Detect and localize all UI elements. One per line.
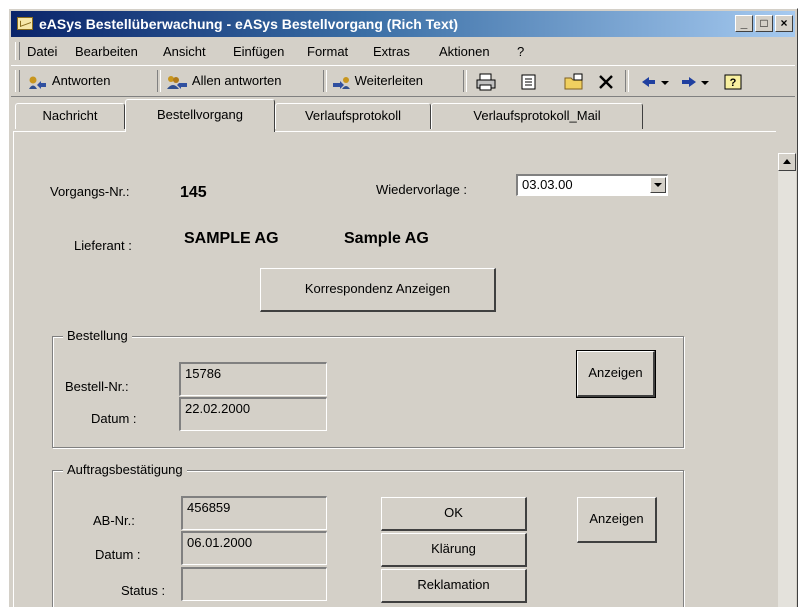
- wiedervorlage-value: 03.03.00: [522, 177, 573, 192]
- help-button[interactable]: ?: [723, 70, 745, 92]
- chevron-down-icon[interactable]: [650, 177, 666, 193]
- menu-help[interactable]: ?: [517, 44, 524, 59]
- reply-all-label: Allen antworten: [191, 73, 282, 88]
- auftragsbestaetigung-group: Auftragsbestätigung AB-Nr.: 456859 Datum…: [52, 462, 684, 607]
- window-title: eASys Bestellüberwachung - eASys Bestell…: [39, 16, 459, 32]
- print-icon: [476, 73, 496, 91]
- toolbar-separator: [463, 70, 467, 92]
- lieferant-value: SAMPLE AG: [184, 230, 279, 247]
- move-to-folder-button[interactable]: [519, 70, 539, 92]
- toolbar-separator: [625, 70, 629, 92]
- ok-button[interactable]: OK: [381, 497, 527, 531]
- bestell-datum-label: Datum :: [91, 411, 137, 426]
- delete-button[interactable]: [597, 70, 615, 92]
- bestell-nr-label: Bestell-Nr.:: [65, 379, 129, 394]
- menu-bar: Datei Bearbeiten Ansicht Einfügen Format…: [11, 39, 795, 63]
- scroll-up-arrow-icon[interactable]: [778, 153, 796, 171]
- toolbar-grip: [15, 70, 20, 92]
- bestellvorgang-panel: Vorgangs-Nr.: 145 Wiedervorlage : 03.03.…: [13, 131, 776, 607]
- delete-icon: [599, 74, 613, 89]
- bestellung-anzeigen-button[interactable]: Anzeigen: [576, 350, 656, 398]
- previous-arrow-icon: [642, 76, 669, 87]
- folder-icon: [564, 73, 583, 90]
- minimize-button[interactable]: _: [735, 15, 753, 32]
- tab-strip: Nachricht Bestellvorgang Verlaufsprotoko…: [11, 99, 795, 132]
- auftrag-anzeigen-button[interactable]: Anzeigen: [577, 497, 657, 543]
- toolbar-separator: [323, 70, 327, 92]
- menu-ansicht[interactable]: Ansicht: [163, 44, 206, 59]
- reply-all-icon: [167, 75, 187, 89]
- reply-button[interactable]: Antworten: [27, 70, 110, 92]
- lieferant-label: Lieferant :: [74, 238, 132, 253]
- address-book-icon: [521, 74, 536, 90]
- menu-extras[interactable]: Extras: [373, 44, 410, 59]
- bestell-datum-field[interactable]: 22.02.2000: [179, 397, 327, 431]
- vorgang-value: 145: [180, 184, 207, 201]
- toolbar-separator: [157, 70, 161, 92]
- reply-label: Antworten: [51, 73, 111, 88]
- menu-bearbeiten[interactable]: Bearbeiten: [75, 44, 138, 59]
- auftrag-title: Auftragsbestätigung: [63, 462, 187, 477]
- svg-text:?: ?: [730, 77, 737, 89]
- close-button[interactable]: ×: [775, 15, 793, 32]
- bestell-nr-field[interactable]: 15786: [179, 362, 327, 396]
- status-label: Status :: [121, 583, 166, 598]
- korrespondenz-button[interactable]: Korrespondenz Anzeigen: [260, 268, 496, 312]
- menu-format[interactable]: Format: [307, 44, 348, 59]
- toolbar: Antworten Allen antworten Weiterleiten ?: [11, 65, 795, 97]
- envelope-icon: [17, 17, 33, 30]
- next-item-button[interactable]: [679, 70, 713, 92]
- menu-datei[interactable]: Datei: [27, 44, 57, 59]
- ab-nr-field[interactable]: 456859: [181, 496, 327, 530]
- main-window: eASys Bestellüberwachung - eASys Bestell…: [8, 8, 798, 607]
- menu-einfuegen[interactable]: Einfügen: [233, 44, 284, 59]
- forward-icon: [333, 76, 350, 89]
- tab-verlaufsprotokoll-mail[interactable]: Verlaufsprotokoll_Mail: [431, 103, 643, 129]
- vorgang-label: Vorgangs-Nr.:: [50, 184, 130, 199]
- next-arrow-icon: [682, 76, 709, 87]
- wiedervorlage-label: Wiedervorlage :: [376, 182, 468, 197]
- wiedervorlage-dropdown[interactable]: 03.03.00: [516, 174, 668, 196]
- klaerung-button[interactable]: Klärung: [381, 533, 527, 567]
- vertical-scrollbar[interactable]: [778, 153, 796, 607]
- forward-label: Weiterleiten: [354, 73, 424, 88]
- tab-verlaufsprotokoll[interactable]: Verlaufsprotokoll: [275, 103, 431, 129]
- ab-nr-label: AB-Nr.:: [93, 513, 135, 528]
- copy-folder-button[interactable]: [563, 70, 585, 92]
- status-field[interactable]: [181, 567, 327, 601]
- bestellung-group: Bestellung Bestell-Nr.: 15786 Datum : 22…: [52, 328, 684, 448]
- ab-datum-field[interactable]: 06.01.2000: [181, 531, 327, 565]
- menu-grip: [15, 42, 20, 60]
- tab-nachricht[interactable]: Nachricht: [15, 103, 125, 129]
- reklamation-button[interactable]: Reklamation: [381, 569, 527, 603]
- ab-datum-label: Datum :: [95, 547, 141, 562]
- lieferant-name: Sample AG: [344, 230, 429, 247]
- bestellung-title: Bestellung: [63, 328, 132, 343]
- title-bar[interactable]: eASys Bestellüberwachung - eASys Bestell…: [11, 11, 795, 37]
- reply-all-button[interactable]: Allen antworten: [165, 70, 282, 92]
- previous-item-button[interactable]: [639, 70, 673, 92]
- tab-bestellvorgang[interactable]: Bestellvorgang: [125, 99, 275, 132]
- menu-aktionen[interactable]: Aktionen: [439, 44, 490, 59]
- print-button[interactable]: [475, 70, 497, 92]
- maximize-button[interactable]: □: [755, 15, 773, 32]
- reply-icon: [29, 76, 46, 89]
- help-icon: ?: [724, 74, 742, 90]
- forward-button[interactable]: Weiterleiten: [331, 70, 423, 92]
